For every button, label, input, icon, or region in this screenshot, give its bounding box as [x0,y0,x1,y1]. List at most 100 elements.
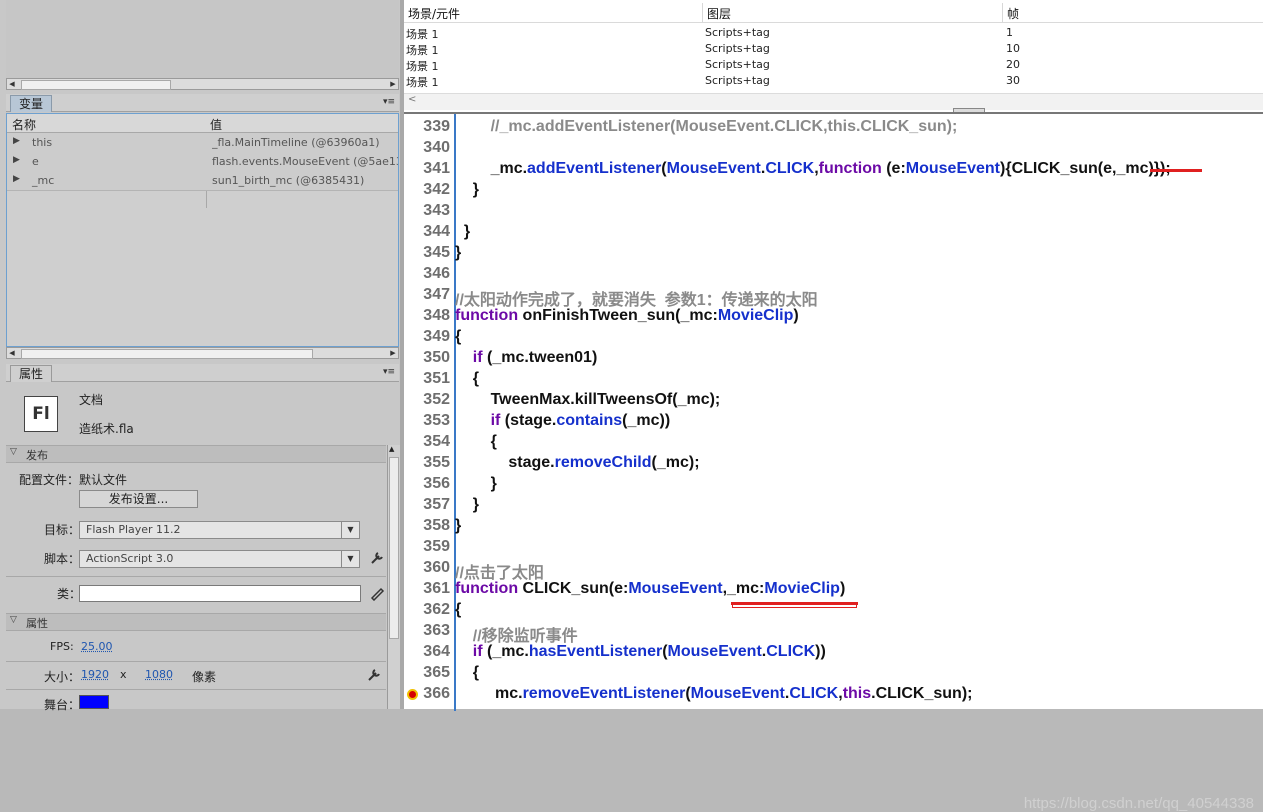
wrench-icon[interactable] [366,667,382,683]
chevron-down-icon[interactable]: ▼ [341,522,359,538]
line-number[interactable]: 339 [404,118,450,136]
code-line[interactable]: function CLICK_sun(e:MouseEvent,_mc:Movi… [455,580,845,598]
line-number[interactable]: 364 [404,643,450,661]
line-number[interactable]: 354 [404,433,450,451]
publish-section-header[interactable]: ▽ 发布 [6,445,386,463]
code-line[interactable]: //_mc.addEventListener(MouseEvent.CLICK,… [455,118,958,136]
line-number[interactable]: 343 [404,202,450,220]
collapse-arrow-icon[interactable]: ▽ [10,615,17,625]
scrollbar-thumb[interactable] [21,80,171,90]
stage-color-swatch[interactable] [79,695,109,709]
variables-horizontal-scrollbar[interactable]: ◀ ▶ [6,347,399,359]
code-line[interactable]: TweenMax.killTweensOf(_mc); [455,391,721,409]
code-line[interactable]: { [455,370,479,388]
code-line[interactable]: if (_mc.hasEventListener(MouseEvent.CLIC… [455,643,826,661]
column-value-header[interactable]: 值 [210,116,222,133]
line-number[interactable]: 349 [404,328,450,346]
scroll-left-arrow-icon[interactable]: ◀ [7,348,17,358]
table-row[interactable]: 场景 1 Scripts+tag 10 [404,41,1263,57]
column-frame-header[interactable]: 帧 [1007,5,1019,22]
line-number[interactable]: 344 [404,223,450,241]
line-number[interactable]: 353 [404,412,450,430]
class-input[interactable] [79,585,361,602]
line-number[interactable]: 347 [404,286,450,304]
code-line[interactable]: if (stage.contains(_mc)) [455,412,671,430]
code-line[interactable]: } [455,475,497,493]
line-number[interactable]: 346 [404,265,450,283]
code-line[interactable]: stage.removeChild(_mc); [455,454,699,472]
code-line[interactable]: } [455,181,479,199]
chevron-down-icon[interactable]: ▼ [341,551,359,567]
code-line[interactable]: } [455,223,470,241]
variable-row[interactable]: ▶ _mc sun1_birth_mc (@6385431) [7,171,398,191]
column-layer-header[interactable]: 图层 [707,5,731,22]
line-number[interactable]: 340 [404,139,450,157]
panel-menu-icon[interactable]: ▾≡ [383,367,395,377]
height-value[interactable]: 1080 [145,668,173,681]
tab-properties[interactable]: 属性 [10,365,53,382]
line-number[interactable]: 341 [404,160,450,178]
scroll-right-arrow-icon[interactable]: ▶ [388,348,398,358]
code-line[interactable]: { [455,433,497,451]
table-row[interactable]: 场景 1 Scripts+tag 1 [404,25,1263,41]
line-number[interactable]: 359 [404,538,450,556]
scroll-up-arrow-icon[interactable]: ▲ [389,445,394,453]
expand-arrow-icon[interactable]: ▶ [13,174,20,184]
table-horizontal-scrollbar[interactable]: < [404,93,1263,110]
line-number[interactable]: 348 [404,307,450,325]
line-number[interactable]: 352 [404,391,450,409]
top-horizontal-scrollbar[interactable]: ◀ ▶ [6,78,399,90]
column-name-header[interactable]: 名称 [12,116,36,133]
variable-row[interactable]: ▶ this _fla.MainTimeline (@63960a1) [7,133,398,153]
line-number[interactable]: 357 [404,496,450,514]
properties-section-header[interactable]: ▽ 属性 [6,613,386,631]
code-line[interactable]: mc.removeEventListener(MouseEvent.CLICK,… [455,685,972,703]
code-line[interactable]: function onFinishTween_sun(_mc:MovieClip… [455,307,799,325]
panel-menu-icon[interactable]: ▾≡ [383,97,395,107]
code-line[interactable]: { [455,664,479,682]
breakpoint-arrow-icon[interactable] [407,689,418,700]
tab-variables[interactable]: 变量 [10,95,53,112]
code-line[interactable]: } [455,517,461,535]
scroll-left-arrow-icon[interactable]: < [408,94,416,105]
code-editor[interactable]: 339 //_mc.addEventListener(MouseEvent.CL… [404,112,1263,812]
line-number[interactable]: 360 [404,559,450,577]
pencil-icon[interactable] [369,585,385,601]
line-number[interactable]: 351 [404,370,450,388]
line-number[interactable]: 365 [404,664,450,682]
line-number[interactable]: 355 [404,454,450,472]
scroll-left-arrow-icon[interactable]: ◀ [7,79,17,89]
column-scene-header[interactable]: 场景/元件 [408,5,460,22]
table-row[interactable]: 场景 1 Scripts+tag 30 [404,73,1263,89]
line-number[interactable]: 345 [404,244,450,262]
expand-arrow-icon[interactable]: ▶ [13,155,20,165]
line-number[interactable]: 342 [404,181,450,199]
target-select[interactable]: Flash Player 11.2 ▼ [79,521,360,539]
publish-settings-button[interactable]: 发布设置... [79,490,198,508]
width-value[interactable]: 1920 [81,668,109,681]
code-line[interactable]: } [455,244,461,262]
expand-arrow-icon[interactable]: ▶ [13,136,20,146]
properties-vertical-scrollbar[interactable]: ▲ [387,445,400,709]
scrollbar-thumb[interactable] [389,457,399,639]
scrollbar-thumb[interactable] [21,349,313,359]
code-line[interactable]: { [455,328,461,346]
code-line[interactable]: { [455,601,461,619]
line-number[interactable]: 356 [404,475,450,493]
table-row[interactable]: 场景 1 Scripts+tag 20 [404,57,1263,73]
code-line[interactable]: if (_mc.tween01) [455,349,598,367]
variable-row[interactable]: ▶ e flash.events.MouseEvent (@5ae1369 [7,152,398,172]
code-line[interactable]: _mc.addEventListener(MouseEvent.CLICK,fu… [455,160,1171,178]
red-underline-annotation [1150,169,1202,172]
code-line[interactable]: } [455,496,479,514]
line-number[interactable]: 361 [404,580,450,598]
line-number[interactable]: 350 [404,349,450,367]
line-number[interactable]: 362 [404,601,450,619]
line-number[interactable]: 363 [404,622,450,640]
scroll-right-arrow-icon[interactable]: ▶ [388,79,398,89]
wrench-icon[interactable] [369,550,385,566]
script-select[interactable]: ActionScript 3.0 ▼ [79,550,360,568]
fps-value[interactable]: 25.00 [81,640,113,653]
collapse-arrow-icon[interactable]: ▽ [10,447,17,457]
line-number[interactable]: 358 [404,517,450,535]
